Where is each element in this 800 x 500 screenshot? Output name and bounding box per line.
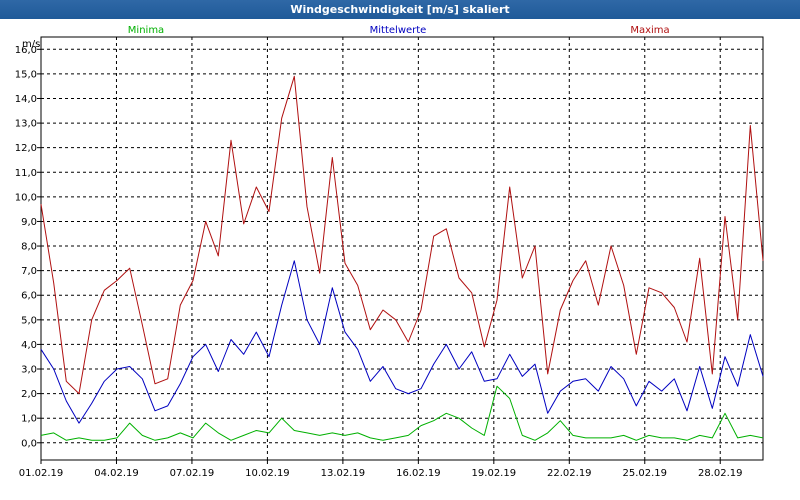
x-tick-label: 07.02.19 [170, 468, 215, 479]
y-tick-label: 11,0 [15, 168, 37, 179]
x-tick-label: 04.02.19 [94, 468, 139, 479]
y-tick-label: 13,0 [15, 119, 37, 130]
x-tick-label: 16.02.19 [396, 468, 441, 479]
chart-plot: 0,0 1,0 2,0 3,0 4,0 5,0 6,0 7,0 8,0 9,0 10,0 11,0 12… [15, 25, 764, 479]
y-tick-label: 9,0 [21, 217, 37, 228]
x-tick-label: 01.02.19 [19, 468, 64, 479]
y-tick-label: 1,0 [21, 414, 37, 425]
legend-maxima: Maxima [630, 25, 669, 36]
x-tick-label: 25.02.19 [622, 468, 667, 479]
y-axis-ticks: 0,0 1,0 2,0 3,0 4,0 5,0 6,0 7,0 8,0 9,0 10,0 11,0 12… [15, 45, 41, 449]
y-axis-unit: m/s [22, 39, 40, 50]
y-tick-label: 14,0 [15, 94, 37, 105]
y-tick-label: 12,0 [15, 143, 37, 154]
legend-mittelwerte: Mittelwerte [370, 25, 427, 36]
legend-minima: Minima [128, 25, 164, 36]
y-tick-label: 5,0 [21, 315, 37, 326]
x-tick-label: 19.02.19 [472, 468, 517, 479]
x-tick-label: 13.02.19 [321, 468, 366, 479]
y-tick-label: 3,0 [21, 365, 37, 376]
y-tick-label: 6,0 [21, 291, 37, 302]
y-tick-label: 15,0 [15, 69, 37, 80]
y-tick-label: 4,0 [21, 340, 37, 351]
x-tick-label: 10.02.19 [245, 468, 290, 479]
y-tick-label: 7,0 [21, 266, 37, 277]
x-axis-ticks: 01.02.19 04.02.19 07.02.19 10.02.19 13.02.19… [19, 460, 743, 479]
x-tick-label: 22.02.19 [547, 468, 592, 479]
y-tick-label: 0,0 [21, 438, 37, 449]
chart-window: Windgeschwindigkeit [m/s] skaliert 0,0 1,… [0, 0, 800, 500]
x-tick-label: 28.02.19 [698, 468, 743, 479]
y-tick-label: 10,0 [15, 192, 37, 203]
y-tick-label: 8,0 [21, 242, 37, 253]
y-tick-label: 2,0 [21, 389, 37, 400]
